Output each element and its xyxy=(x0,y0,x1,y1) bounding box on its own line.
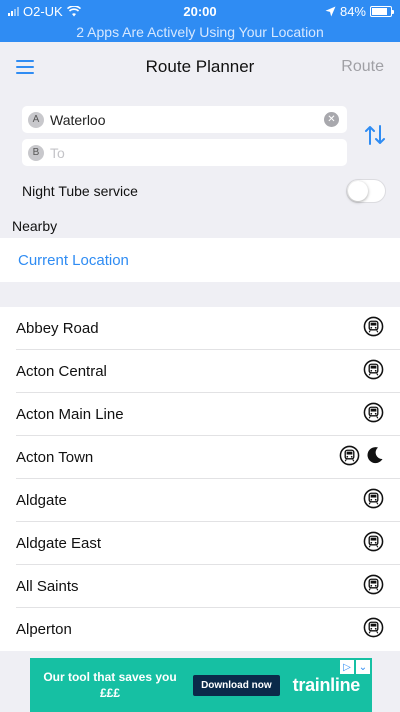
status-left: O2-UK xyxy=(8,4,81,19)
station-name: Acton Central xyxy=(16,362,107,380)
nearby-heading: Nearby xyxy=(12,218,58,234)
ad-download-button[interactable]: Download now xyxy=(193,674,280,696)
battery-percent: 84% xyxy=(339,3,366,19)
route-button[interactable]: Route xyxy=(341,58,384,76)
advertisement-banner[interactable]: Our tool that saves you £££ Download now… xyxy=(30,658,372,712)
station-row[interactable]: Alperton xyxy=(16,608,400,651)
station-name: Acton Town xyxy=(16,448,94,466)
station-row[interactable]: All Saints xyxy=(16,565,400,608)
from-field[interactable]: A Waterloo ✕ xyxy=(22,106,347,133)
section-divider xyxy=(0,282,400,307)
toggle-knob xyxy=(348,181,368,201)
station-badges xyxy=(363,316,384,341)
station-row[interactable]: Abbey Road xyxy=(16,307,400,350)
status-right: 84% xyxy=(325,3,394,19)
navigation-bar: Route Planner Route xyxy=(0,42,400,92)
menu-icon[interactable] xyxy=(16,60,34,74)
battery-fill xyxy=(372,7,388,15)
station-row[interactable]: Acton Town xyxy=(16,436,400,479)
underground-icon xyxy=(363,574,384,599)
station-name: All Saints xyxy=(16,577,79,595)
ad-choices-icon[interactable]: ▷ xyxy=(340,660,354,674)
underground-icon xyxy=(363,531,384,556)
underground-icon xyxy=(363,488,384,513)
night-tube-toggle[interactable] xyxy=(346,179,386,203)
carrier-name: O2-UK xyxy=(23,3,63,19)
station-name: Acton Main Line xyxy=(16,405,124,423)
journey-inputs: A Waterloo ✕ B xyxy=(0,92,400,170)
station-badges xyxy=(363,402,384,427)
station-row[interactable]: Aldgate East xyxy=(16,522,400,565)
station-list: Abbey Road Acton Central Acton Main Line Ac… xyxy=(0,307,400,651)
underground-icon xyxy=(363,359,384,384)
page-title: Route Planner xyxy=(145,57,255,76)
night-tube-label: Night Tube service xyxy=(22,183,138,199)
location-usage-banner[interactable]: 2 Apps Are Actively Using Your Location xyxy=(0,22,400,42)
station-row[interactable]: Acton Main Line xyxy=(16,393,400,436)
clear-icon[interactable]: ✕ xyxy=(324,112,339,127)
station-name: Abbey Road xyxy=(16,319,99,337)
wifi-icon xyxy=(66,5,81,16)
station-name: Aldgate xyxy=(16,491,67,509)
underground-icon xyxy=(363,617,384,642)
status-bar: O2-UK 20:00 84% xyxy=(0,0,400,22)
underground-icon xyxy=(363,402,384,427)
ad-controls: ▷ ⌄ xyxy=(340,660,370,674)
location-arrow-icon xyxy=(325,6,336,16)
to-marker-icon: B xyxy=(28,144,44,161)
current-location-item[interactable]: Current Location xyxy=(0,238,400,282)
ad-tagline: Our tool that saves you £££ xyxy=(43,670,177,700)
underground-icon xyxy=(363,316,384,341)
from-value[interactable]: Waterloo xyxy=(50,112,106,128)
from-marker-icon: A xyxy=(28,111,44,128)
underground-icon xyxy=(339,445,360,470)
station-badges xyxy=(363,531,384,556)
station-badges xyxy=(363,617,384,642)
battery-icon xyxy=(370,5,394,17)
to-input[interactable] xyxy=(50,144,341,161)
signal-strength-icon xyxy=(8,6,19,16)
night-tube-moon-icon xyxy=(366,446,384,468)
station-badges xyxy=(363,359,384,384)
station-badges xyxy=(363,488,384,513)
station-name: Alperton xyxy=(16,621,72,638)
station-badges xyxy=(339,445,384,470)
to-field[interactable]: B xyxy=(22,139,347,166)
station-name: Aldgate East xyxy=(16,534,102,552)
station-badges xyxy=(363,574,384,599)
station-row[interactable]: Acton Central xyxy=(16,350,400,393)
ad-collapse-icon[interactable]: ⌄ xyxy=(356,660,370,674)
station-row[interactable]: Aldgate xyxy=(16,479,400,522)
ad-brand-logo: trainline xyxy=(292,674,361,695)
swap-direction-icon[interactable] xyxy=(362,122,388,148)
night-tube-row: Night Tube service xyxy=(0,170,400,212)
